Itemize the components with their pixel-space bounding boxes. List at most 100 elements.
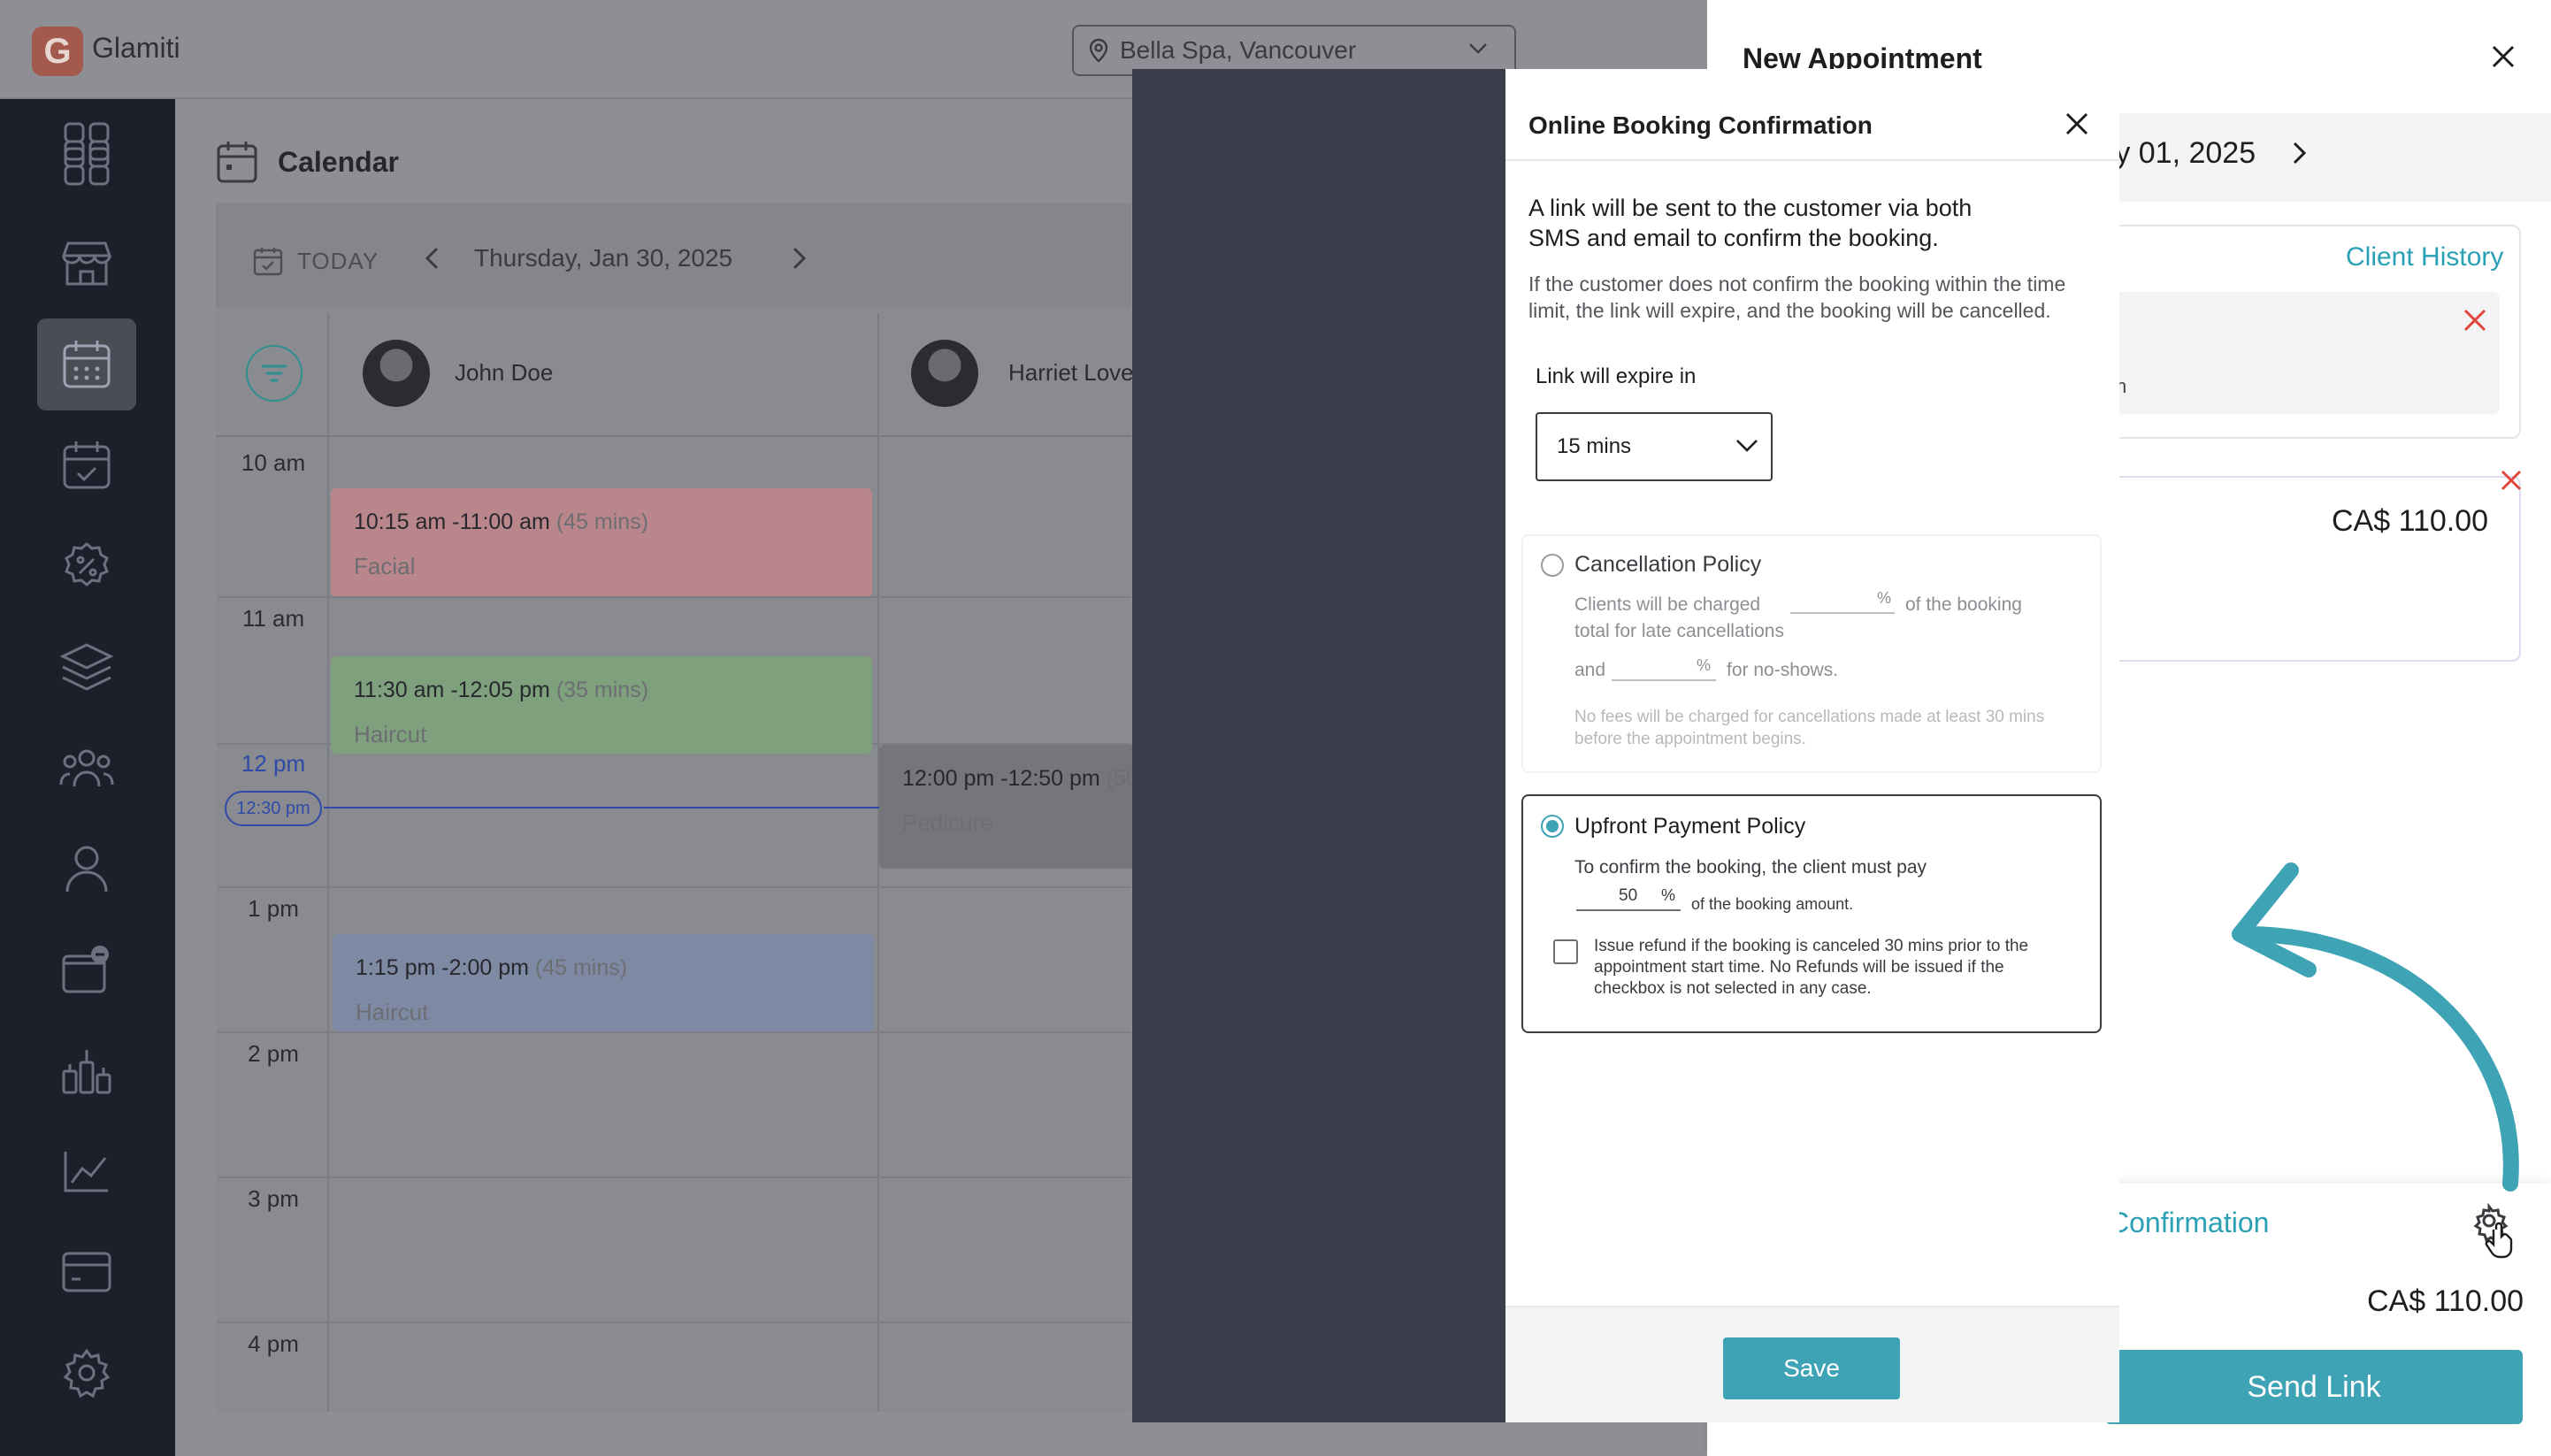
- close-icon[interactable]: [2491, 44, 2516, 69]
- client-history-link[interactable]: Client History: [2346, 242, 2503, 272]
- upfront-payment-title: Upfront Payment Policy: [1574, 814, 1806, 839]
- expire-value: 15 mins: [1557, 434, 1632, 458]
- send-link-button[interactable]: Send Link: [2105, 1350, 2523, 1424]
- cancellation-text: and: [1574, 660, 1606, 680]
- settings-icon: [63, 1348, 111, 1398]
- appointment-time: 10:15 am -11:00 am (45 mins): [354, 510, 649, 534]
- refund-checkbox[interactable]: [1553, 939, 1578, 964]
- today-button[interactable]: TODAY: [253, 246, 379, 276]
- hour-divider: [218, 886, 1131, 888]
- calendar-icon: [63, 341, 111, 388]
- sidebar-item-calendar[interactable]: [37, 318, 136, 410]
- hour-divider: [218, 1322, 1131, 1323]
- avatar: [911, 340, 978, 407]
- cancellation-policy-radio[interactable]: [1541, 554, 1564, 577]
- sidebar-item-wallet[interactable]: [37, 923, 136, 1015]
- total-price: CA$ 110.00: [2367, 1284, 2524, 1318]
- products-icon: [62, 1050, 111, 1094]
- hour-label: 4 pm: [248, 1330, 299, 1357]
- chart-icon: [64, 1152, 108, 1192]
- app-logo: G: [32, 27, 83, 76]
- appointment-block[interactable]: 1:15 pm -2:00 pm (45 mins) Haircut: [333, 934, 874, 1031]
- cancellation-text: total for late cancellations: [1574, 621, 1784, 641]
- cancellation-text: of the booking: [1905, 594, 2022, 615]
- cancellation-text: for no-shows.: [1727, 660, 1839, 680]
- upfront-text: To confirm the booking, the client must …: [1574, 857, 1927, 877]
- team-icon: [59, 749, 114, 787]
- appointment-block[interactable]: 11:30 am -12:05 pm (35 mins) Haircut: [331, 656, 872, 754]
- sidebar-item-store[interactable]: [37, 218, 136, 310]
- appointment-service: Haircut: [354, 721, 427, 747]
- page-title: Calendar: [278, 145, 399, 178]
- late-cancel-percent-input[interactable]: [1790, 612, 1895, 614]
- appointment-block[interactable]: 10:15 am -11:00 am (45 mins) Facial: [331, 488, 872, 596]
- expire-label: Link will expire in: [1536, 364, 1697, 388]
- booking-confirmation-label: Confirmation: [2109, 1207, 2270, 1238]
- client-info-box: [2114, 292, 2500, 414]
- percent-sign: %: [1661, 886, 1676, 904]
- upfront-payment-radio[interactable]: [1541, 815, 1564, 838]
- cancellation-policy-title: Cancellation Policy: [1574, 552, 1762, 577]
- avatar: [363, 340, 430, 407]
- staff-name: John Doe: [455, 359, 554, 386]
- filter-button[interactable]: [246, 345, 303, 402]
- sidebar-item-services[interactable]: [37, 621, 136, 713]
- sidebar-item-settings[interactable]: [37, 1327, 136, 1419]
- hour-label: 1 pm: [248, 895, 299, 922]
- app-name: Glamiti: [92, 32, 180, 64]
- sidebar-item-products[interactable]: [37, 1024, 136, 1116]
- calendar-check-icon: [253, 248, 283, 276]
- store-icon: [61, 241, 112, 286]
- wallet-icon: [62, 946, 109, 993]
- discount-icon: [65, 542, 109, 586]
- no-show-percent-input[interactable]: [1612, 679, 1716, 681]
- expire-select[interactable]: 15 mins: [1536, 412, 1773, 481]
- remove-service-icon[interactable]: [2500, 469, 2523, 492]
- curved-arrow-icon: [2232, 862, 2519, 1192]
- appointment-time: 11:30 am -12:05 pm (35 mins): [354, 678, 649, 702]
- staff-header: [216, 313, 1131, 437]
- chevron-down-icon: [1736, 440, 1758, 452]
- dashboard-icon: [64, 140, 110, 186]
- close-icon[interactable]: [2065, 111, 2089, 136]
- cancellation-text: Clients will be charged: [1574, 594, 1761, 615]
- hour-label: 3 pm: [248, 1185, 299, 1212]
- grid-column-divider: [327, 313, 329, 1412]
- upfront-text: of the booking amount.: [1691, 895, 1854, 913]
- today-label: TODAY: [297, 247, 379, 274]
- staff-name: Harriet Love: [1008, 359, 1134, 386]
- chevron-right-icon[interactable]: [2293, 142, 2307, 165]
- upfront-percent-value[interactable]: 50: [1619, 886, 1637, 906]
- divider: [1505, 159, 2119, 161]
- percent-sign: %: [1877, 589, 1892, 607]
- sidebar-item-bookings[interactable]: [37, 419, 136, 511]
- cancellation-fine-print: No fees will be charged for cancellation…: [1574, 708, 2045, 748]
- sidebar-item-payments[interactable]: [37, 1226, 136, 1318]
- hour-divider: [218, 596, 1131, 598]
- sidebar-item-dashboard[interactable]: [37, 117, 136, 209]
- hour-label: 2 pm: [248, 1040, 299, 1067]
- chevron-left-icon[interactable]: [425, 247, 439, 270]
- sidebar-item-team[interactable]: [37, 722, 136, 814]
- calendar-check-icon: [63, 441, 111, 489]
- upfront-percent-input[interactable]: [1576, 909, 1681, 911]
- layers-icon: [60, 643, 113, 691]
- appointment-date: ry 01, 2025: [2105, 136, 2256, 170]
- sidebar-item-reports[interactable]: [37, 1125, 136, 1217]
- chevron-right-icon[interactable]: [793, 247, 807, 270]
- appointment-service: Facial: [354, 553, 416, 579]
- appointment-service: Haircut: [356, 999, 429, 1025]
- hour-label: 11 am: [241, 605, 305, 632]
- current-date: Thursday, Jan 30, 2025: [474, 244, 733, 272]
- hour-divider: [218, 1031, 1131, 1033]
- current-time-pill: 12:30 pm: [225, 791, 322, 826]
- save-button[interactable]: Save: [1723, 1337, 1900, 1399]
- sidebar-item-clients[interactable]: [37, 823, 136, 915]
- location-label: Bella Spa, Vancouver: [1120, 36, 1357, 64]
- hour-label: 12 pm: [241, 750, 306, 777]
- gear-icon[interactable]: [2470, 1203, 2516, 1261]
- hour-label: 10 am: [241, 449, 306, 476]
- chevron-down-icon: [1469, 43, 1487, 54]
- sidebar-item-discounts[interactable]: [37, 520, 136, 612]
- remove-client-icon[interactable]: [2463, 308, 2487, 333]
